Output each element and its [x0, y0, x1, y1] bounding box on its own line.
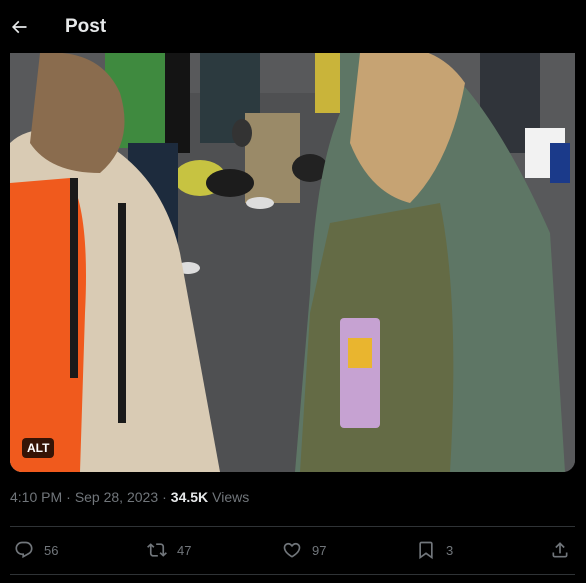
top-bar: Post: [0, 0, 586, 53]
reply-button[interactable]: 56: [14, 528, 58, 572]
share-icon: [552, 542, 568, 558]
heart-icon: [283, 542, 301, 558]
views-label: Views: [212, 489, 250, 505]
action-bar: 56 47 97 3: [0, 528, 586, 572]
repost-button[interactable]: 47: [147, 528, 191, 572]
page-title: Post: [65, 15, 107, 37]
post-metadata: 4:10 PM · Sep 28, 2023 · 34.5K Views: [10, 489, 249, 505]
meta-separator: ·: [66, 489, 71, 505]
like-count: 97: [312, 542, 327, 558]
reply-icon: [15, 541, 33, 559]
bookmark-count: 3: [446, 542, 454, 558]
photo-illustration: [10, 53, 575, 472]
reply-count: 56: [44, 542, 59, 558]
like-button[interactable]: 97: [282, 528, 326, 572]
bookmark-button[interactable]: 3: [416, 528, 453, 572]
share-button[interactable]: [550, 528, 570, 572]
divider: [10, 574, 575, 575]
bookmark-icon: [419, 541, 433, 560]
divider: [10, 526, 575, 527]
back-button[interactable]: [1, 9, 37, 45]
post-photo[interactable]: ALT: [10, 53, 575, 472]
repost-count: 47: [177, 542, 192, 558]
repost-icon: [147, 543, 167, 557]
meta-separator: ·: [162, 489, 167, 505]
arrow-left-icon: [11, 20, 27, 33]
post-time[interactable]: 4:10 PM: [10, 489, 62, 505]
views-count: 34.5K: [170, 489, 209, 505]
post-date[interactable]: Sep 28, 2023: [75, 489, 158, 505]
alt-text-badge[interactable]: ALT: [22, 438, 55, 458]
